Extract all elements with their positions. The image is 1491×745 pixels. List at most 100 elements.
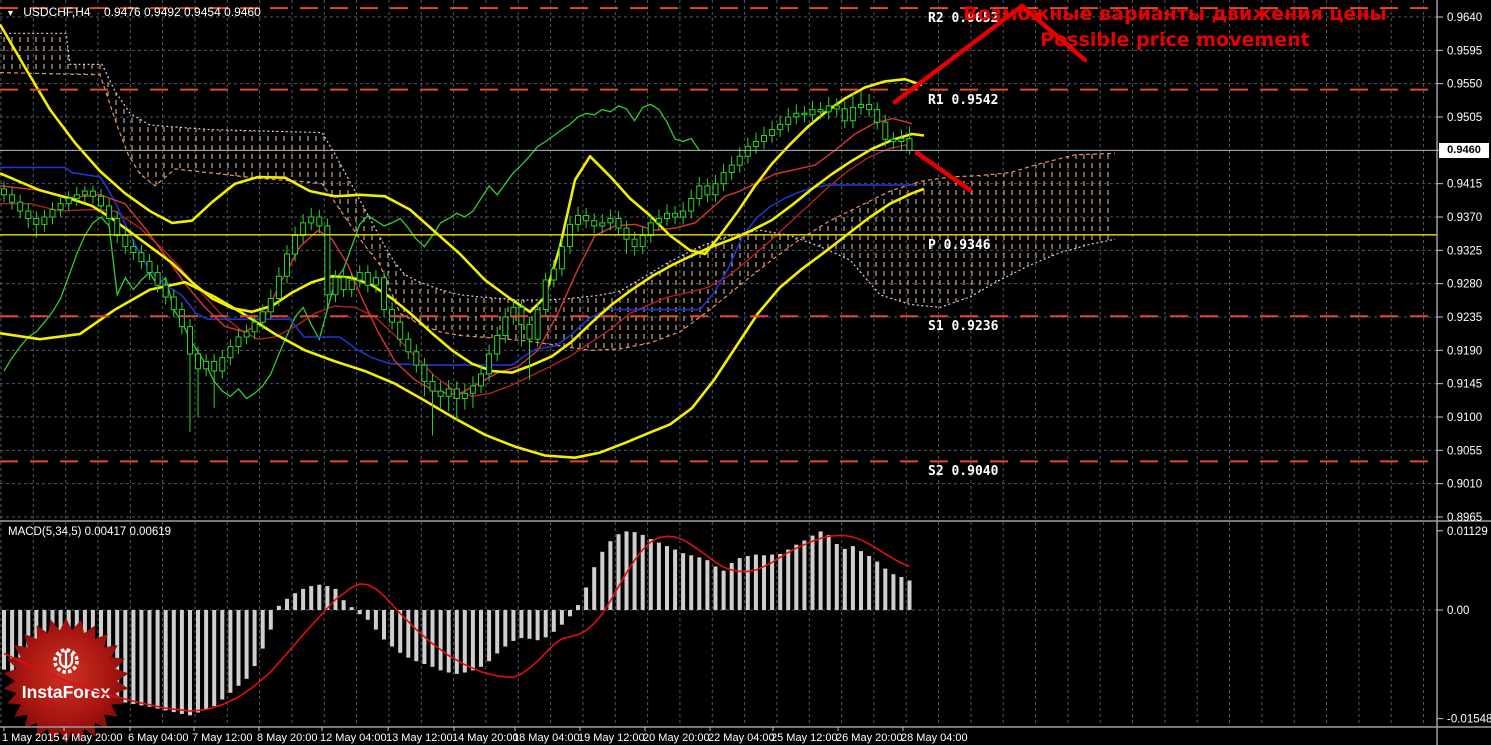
macd-axis-label: 0.01129 — [1447, 526, 1488, 538]
candle-body — [163, 285, 168, 297]
candle-body — [842, 109, 847, 121]
candle-body — [66, 199, 71, 204]
date-axis-label: 6 May 04:00 — [128, 732, 189, 744]
macd-bar — [568, 610, 572, 616]
candle-body — [10, 195, 15, 202]
candle-body — [745, 147, 750, 157]
macd-bar — [269, 610, 273, 630]
candle-body — [147, 261, 152, 272]
macd-bar — [600, 552, 604, 610]
macd-bar — [212, 610, 216, 706]
date-axis-label: 7 May 12:00 — [192, 732, 253, 744]
candle-body — [907, 139, 912, 151]
candle-body — [244, 332, 249, 337]
macd-bar — [835, 544, 839, 610]
macd-bar — [277, 606, 281, 610]
date-axis-label: 26 May 20:00 — [836, 732, 903, 744]
date-axis-label: 8 May 20:00 — [257, 732, 318, 744]
macd-bar — [342, 600, 346, 610]
candle-body — [236, 337, 241, 347]
macd-bar — [220, 610, 224, 700]
macd-bar — [891, 574, 895, 610]
candle-body — [74, 195, 79, 199]
candle-body — [438, 391, 443, 396]
candle-body — [90, 191, 95, 196]
candle-body — [592, 221, 597, 226]
macd-bar — [576, 605, 580, 610]
candle-body — [737, 156, 742, 165]
macd-bar — [511, 610, 515, 641]
date-axis-label: 13 May 12:00 — [386, 732, 453, 744]
macd-bar — [875, 562, 879, 610]
pivot-label-r1: R1 0.9542 — [928, 93, 998, 108]
macd-bar — [447, 610, 451, 673]
candle-body — [697, 186, 702, 199]
candle-body — [414, 352, 419, 365]
candle-body — [309, 217, 314, 223]
candle-body — [632, 239, 637, 246]
macd-bar — [228, 610, 232, 693]
macd-bar — [802, 541, 806, 611]
price-chart-canvas[interactable]: InstaForex0.96400.95950.95500.95050.9460… — [0, 0, 1491, 745]
candle-body — [721, 173, 726, 184]
mt4-chart-window: InstaForex0.96400.95950.95500.95050.9460… — [0, 0, 1491, 745]
candle-body — [196, 354, 201, 369]
candle-body — [794, 113, 799, 117]
macd-bar — [560, 610, 564, 625]
candle-body — [373, 278, 378, 285]
candle-body — [115, 219, 120, 236]
macd-bar — [811, 536, 815, 610]
candle-body — [753, 141, 758, 146]
macd-bar — [350, 607, 354, 610]
macd-bar — [843, 549, 847, 610]
candle-body — [171, 297, 176, 310]
macd-bar — [261, 610, 265, 649]
candle-body — [850, 107, 855, 120]
candle-body — [188, 327, 193, 354]
candle-body — [365, 273, 370, 286]
macd-bar — [172, 610, 176, 712]
macd-bar — [762, 555, 766, 610]
candle-body — [559, 247, 564, 269]
candle-body — [333, 278, 338, 295]
candle-body — [123, 236, 128, 247]
macd-bar — [455, 610, 459, 674]
candle-body — [584, 216, 589, 221]
macd-bar — [714, 567, 718, 611]
candle-body — [349, 280, 354, 290]
candle-body — [155, 273, 160, 286]
macd-bar — [633, 532, 637, 610]
candle-body — [883, 122, 888, 139]
candle-body — [50, 210, 55, 217]
candle-body — [82, 191, 87, 195]
candle-body — [673, 213, 678, 217]
candle-body — [616, 219, 621, 229]
candle-body — [139, 253, 144, 262]
candle-body — [107, 206, 112, 219]
candle-body — [495, 336, 500, 355]
pivot-label-s1: S1 0.9236 — [928, 319, 998, 334]
candle-body — [454, 389, 459, 399]
candle-body — [293, 236, 298, 255]
candle-body — [681, 211, 686, 217]
macd-bar — [697, 557, 701, 610]
date-axis-label: 12 May 04:00 — [320, 732, 387, 744]
candle-body — [576, 216, 581, 225]
candle-body — [325, 226, 330, 295]
macd-bar — [851, 546, 855, 610]
candle-body — [285, 254, 290, 276]
macd-bar — [883, 569, 887, 610]
macd-bar — [899, 577, 903, 610]
price-axis-label: 0.9145 — [1447, 379, 1482, 391]
candle-body — [398, 322, 403, 339]
macd-bar — [681, 553, 685, 610]
macd-bar — [754, 555, 758, 610]
macd-bar — [301, 589, 305, 610]
candle-body — [179, 310, 184, 327]
annotation-text-en: Possible price movement — [960, 29, 1390, 51]
candle-body — [875, 110, 880, 123]
macd-bar — [495, 610, 499, 654]
macd-bar — [317, 585, 321, 610]
candle-body — [260, 312, 265, 322]
price-axis-label: 0.9100 — [1447, 412, 1482, 424]
